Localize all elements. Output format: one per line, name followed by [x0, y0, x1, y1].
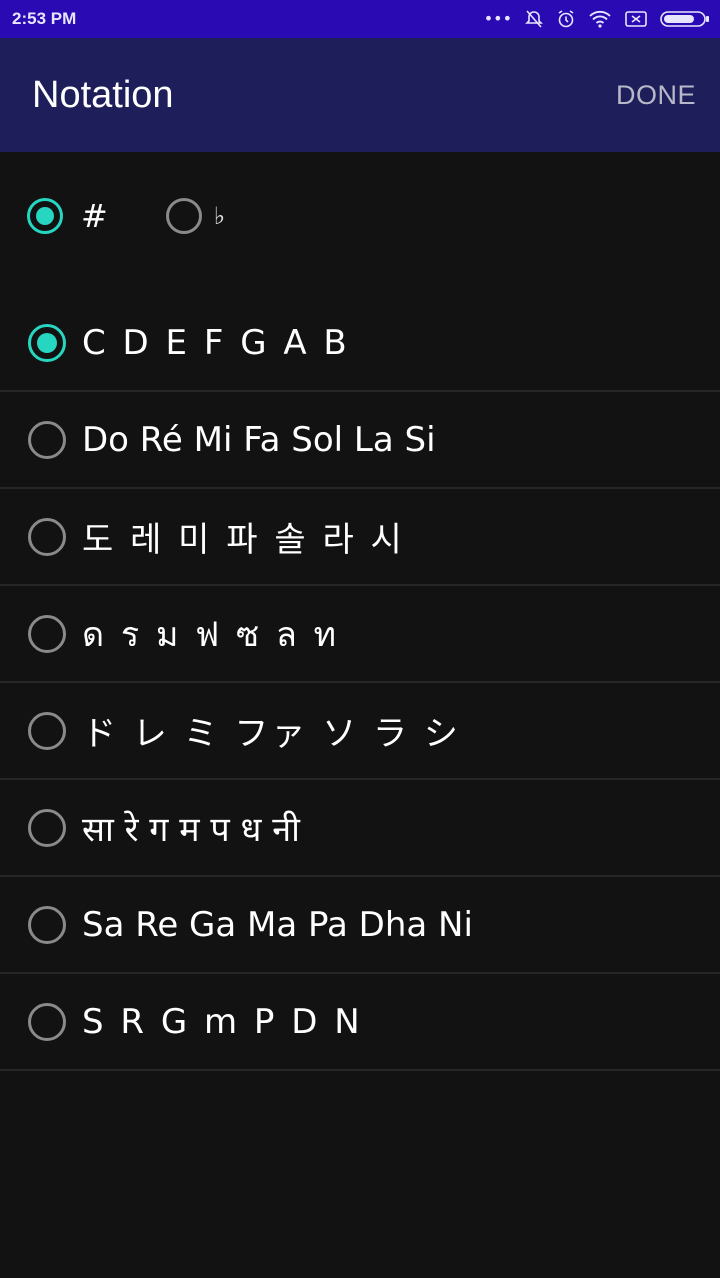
accidental-sharp-option[interactable]: #: [27, 197, 108, 235]
notation-radio[interactable]: [28, 711, 66, 750]
notation-radio[interactable]: [28, 905, 66, 944]
done-button[interactable]: DONE: [616, 80, 696, 111]
notation-radio[interactable]: [28, 808, 66, 847]
sim-icon: [624, 9, 648, 29]
notation-option-japanese[interactable]: ド レ ミ ファ ソ ラ シ: [0, 683, 720, 780]
notation-option-korean[interactable]: 도 레 미 파 솔 라 시: [0, 489, 720, 586]
accidental-flat-option[interactable]: ♭: [165, 198, 226, 234]
status-bar: 2:53 PM •••: [0, 0, 720, 38]
status-time: 2:53 PM: [12, 9, 77, 28]
app-bar: Notation DONE: [0, 38, 720, 152]
notation-option-sargam-short[interactable]: S R G m P D N: [0, 974, 720, 1071]
notation-label: S R G m P D N: [82, 1001, 363, 1042]
bell-off-icon: [524, 9, 544, 29]
notation-label: Sa Re Ga Ma Pa Dha Ni: [82, 904, 473, 945]
notation-label: Do Ré Mi Fa Sol La Si: [82, 419, 436, 460]
alarm-icon: [556, 9, 576, 29]
notation-radio[interactable]: [28, 1002, 66, 1041]
wifi-icon: [588, 9, 612, 29]
battery-icon: [660, 9, 710, 29]
notation-label: सा रे ग म प ध नी: [82, 809, 300, 850]
status-icons: •••: [484, 9, 710, 29]
notation-label: C D E F G A B: [82, 322, 350, 363]
notation-option-sargam[interactable]: Sa Re Ga Ma Pa Dha Ni: [0, 877, 720, 974]
page-title: Notation: [32, 73, 174, 116]
notation-option-letters[interactable]: C D E F G A B: [0, 295, 720, 392]
notation-option-devanagari[interactable]: सा रे ग म प ध नी: [0, 780, 720, 877]
notation-option-thai[interactable]: ด ร ม ฟ ซ ล ท: [0, 586, 720, 683]
notation-label: 도 레 미 파 솔 라 시: [82, 520, 405, 560]
flat-label: ♭: [213, 202, 226, 230]
notation-radio[interactable]: [28, 323, 66, 362]
notation-label: ド レ ミ ファ ソ ラ シ: [82, 714, 461, 754]
notation-radio[interactable]: [28, 517, 66, 556]
notation-radio[interactable]: [28, 614, 66, 653]
more-dots-icon: •••: [483, 9, 512, 28]
notation-option-solfege-fixed[interactable]: Do Ré Mi Fa Sol La Si: [0, 392, 720, 489]
notation-list: C D E F G A B Do Ré Mi Fa Sol La Si 도 레 …: [0, 295, 720, 1071]
sharp-radio[interactable]: [27, 198, 63, 234]
accidental-radio-group: # ♭: [0, 185, 720, 247]
notation-label: ด ร ม ฟ ซ ล ท: [82, 614, 339, 655]
notation-radio[interactable]: [28, 420, 66, 459]
sharp-label: #: [81, 197, 108, 235]
flat-radio[interactable]: [165, 198, 202, 234]
